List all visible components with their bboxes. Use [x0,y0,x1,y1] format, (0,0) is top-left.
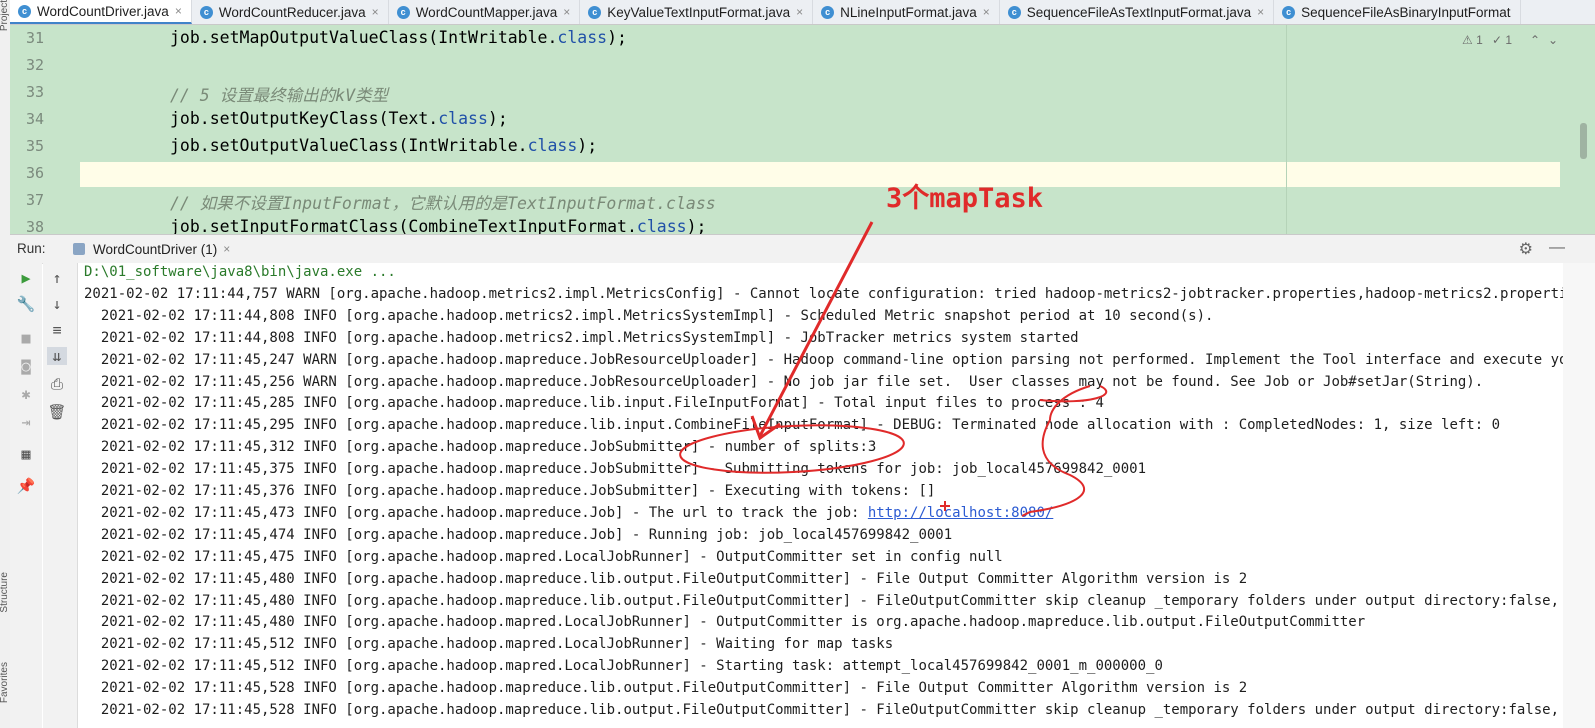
annotation-arrow [758,221,874,437]
annotation-label: 3个mapTask [886,183,1044,214]
annotation-layer [679,221,1108,517]
scribble-mark [1021,385,1091,517]
plus-mark [940,501,950,511]
splits-circle [679,424,905,474]
